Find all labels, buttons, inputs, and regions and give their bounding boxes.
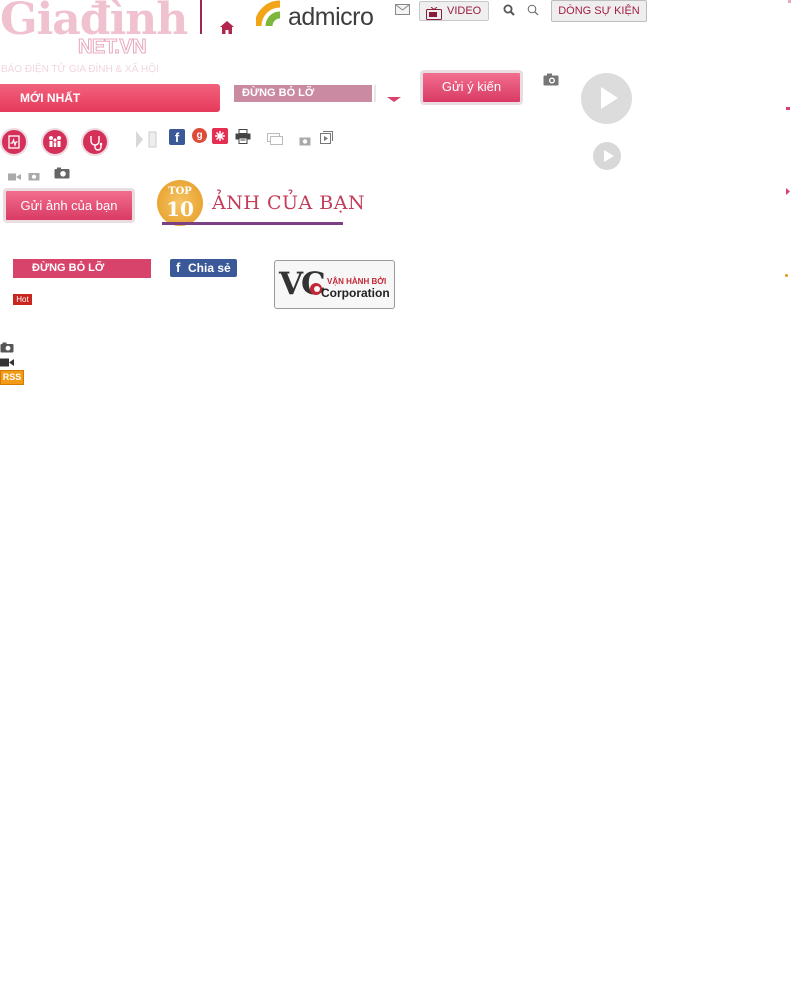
dropdown-arrow-icon[interactable] xyxy=(387,88,401,102)
home-icon[interactable] xyxy=(219,20,235,35)
video-button[interactable]: VIDEO xyxy=(419,1,489,21)
gallery-icon[interactable] xyxy=(267,130,283,145)
camera-small-icon[interactable] xyxy=(54,164,70,179)
camera-icon[interactable] xyxy=(543,71,559,86)
latest-tab-label: MỚI NHẤT xyxy=(20,91,81,105)
right-marker-2 xyxy=(786,107,790,110)
corporation-label: Corporation xyxy=(321,286,390,300)
stethoscope-icon[interactable] xyxy=(81,128,109,156)
dont-miss-tab[interactable]: ĐỪNG BỎ LỠ xyxy=(234,85,372,102)
admicro-logo-icon[interactable] xyxy=(254,0,286,28)
rss-icon[interactable]: RSS xyxy=(0,370,24,385)
tv-icon xyxy=(426,5,442,20)
family-icon[interactable] xyxy=(41,128,69,156)
right-marker-dot xyxy=(785,274,788,277)
send-photo-button[interactable]: Gửi ảnh của bạn xyxy=(3,188,135,223)
video-camera-footer-icon[interactable] xyxy=(0,352,14,367)
right-marker-1 xyxy=(788,0,791,3)
dont-miss-tab-label: ĐỪNG BỎ LỠ xyxy=(242,87,315,99)
zing-share-icon[interactable] xyxy=(212,128,228,144)
photo-icon[interactable] xyxy=(299,131,311,146)
health-check-icon[interactable] xyxy=(0,128,28,156)
site-logo[interactable]: Giađình NET.VN xyxy=(0,0,188,62)
your-photos-title[interactable]: ẢNH CỦA BẠN xyxy=(212,192,365,214)
operated-by-label: VẬN HÀNH BỞI xyxy=(327,277,387,286)
photo-small-icon[interactable] xyxy=(28,166,40,181)
right-marker-arrow-icon xyxy=(786,180,790,195)
tab-divider xyxy=(374,85,376,102)
facebook-icon: f xyxy=(176,260,181,275)
header-divider xyxy=(200,0,202,34)
your-photos-underline xyxy=(162,222,343,225)
dont-miss-header-label: ĐỪNG BỎ LỠ xyxy=(32,262,105,274)
facebook-share-icon[interactable]: f xyxy=(169,129,185,145)
send-feedback-button[interactable]: Gửi ý kiến xyxy=(420,70,523,105)
logo-sub-text: NET.VN xyxy=(77,36,147,59)
dont-miss-header: ĐỪNG BỎ LỠ xyxy=(13,259,151,278)
video-play-small-icon[interactable] xyxy=(593,142,621,170)
top10-badge-top: TOP xyxy=(168,186,192,197)
facebook-share-button[interactable]: f Chia sẻ xyxy=(170,259,237,277)
video-clip-icon[interactable] xyxy=(320,129,333,144)
search-alt-icon[interactable] xyxy=(527,1,539,16)
print-icon[interactable] xyxy=(235,129,251,144)
vcc-corporation-logo[interactable]: VC VẬN HÀNH BỞI Corporation xyxy=(274,260,395,309)
top10-badge-number: 10 xyxy=(166,197,194,221)
video-camera-small-icon[interactable] xyxy=(8,166,21,181)
events-button[interactable]: DÒNG SỰ KIỆN xyxy=(551,0,647,22)
google-plus-share-icon[interactable]: g xyxy=(192,128,207,143)
video-play-large-icon[interactable] xyxy=(581,73,632,124)
camera-footer-icon[interactable] xyxy=(0,338,14,353)
search-icon[interactable] xyxy=(503,1,515,16)
top10-badge: TOP 10 xyxy=(157,180,203,226)
video-label: VIDEO xyxy=(447,5,482,17)
admicro-logo-text[interactable]: admicro xyxy=(288,3,374,32)
hot-badge: Hot xyxy=(13,294,32,305)
latest-tab[interactable]: MỚI NHẤT xyxy=(0,84,220,112)
mail-icon[interactable] xyxy=(395,0,410,15)
site-tagline: BÁO ĐIỆN TỬ GIA ĐÌNH & XÃ HỘI xyxy=(1,64,159,75)
facebook-share-label: Chia sẻ xyxy=(188,261,231,275)
carousel-next-icon[interactable] xyxy=(135,131,157,148)
